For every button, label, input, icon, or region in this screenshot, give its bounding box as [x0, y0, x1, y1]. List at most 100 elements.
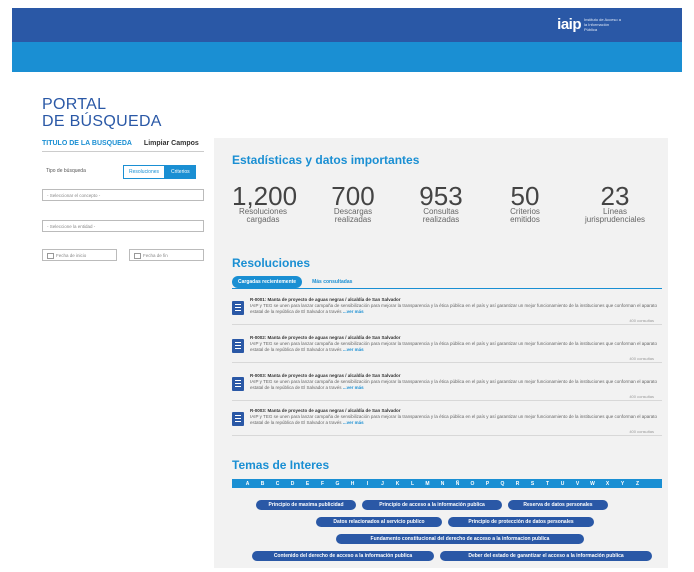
iaip-logo[interactable]: iaip Instituto de Acceso a la Informació…: [557, 16, 622, 33]
resolucion-item[interactable]: R-0002: Manta de proyecto de aguas negra…: [232, 335, 662, 369]
stat-resoluciones: 1,200 Resoluciones cargadas: [232, 181, 298, 224]
letter-v[interactable]: V: [570, 481, 585, 487]
start-date-placeholder: Fecha de inicio: [56, 253, 87, 258]
letter-a[interactable]: A: [240, 481, 255, 487]
letter-l[interactable]: L: [405, 481, 420, 487]
tema-pill[interactable]: Fundamento constitucional del derecho de…: [336, 534, 584, 544]
tema-pill[interactable]: Principio de protección de datos persona…: [448, 517, 594, 527]
clear-fields-button[interactable]: Limpiar Campos: [144, 140, 199, 147]
letter-h[interactable]: H: [345, 481, 360, 487]
stat-value: 953: [419, 181, 463, 211]
letter-m[interactable]: M: [420, 481, 435, 487]
toggle-resoluciones[interactable]: Resoluciones: [123, 165, 166, 179]
entidad-select[interactable]: - Seleccione la entidad -: [42, 220, 204, 232]
resolucion-desc-text: IAIP y TEG se unen para lanzar campaña d…: [250, 379, 658, 390]
letter-q[interactable]: Q: [495, 481, 510, 487]
letter-u[interactable]: U: [555, 481, 570, 487]
stat-descargas: 700 Descargas realizadas: [322, 181, 384, 224]
document-icon: [232, 301, 244, 315]
resolucion-desc-text: IAIP y TEG se unen para lanzar campaña d…: [250, 341, 658, 352]
nav-bar: [12, 42, 682, 72]
tema-pill[interactable]: Principio de maxima publicidad: [256, 500, 356, 510]
stat-value: 50: [510, 181, 540, 211]
letter-d[interactable]: D: [285, 481, 300, 487]
logo-subtitle: Instituto de Acceso a la Información Púb…: [584, 17, 621, 32]
resolucion-item[interactable]: R-0001: Manta de proyecto de aguas negra…: [232, 297, 662, 331]
tema-pill[interactable]: Datos relacionados al servicio publico: [316, 517, 442, 527]
ver-mas-link[interactable]: ...ver más: [343, 347, 364, 352]
letter-e[interactable]: E: [300, 481, 315, 487]
consultas-count: 400 consultas: [629, 318, 654, 323]
resolucion-item[interactable]: R-0003: Manta de proyecto de aguas negra…: [232, 373, 662, 407]
divider: [42, 151, 204, 152]
stat-criterios: 50 Criterios emitidos: [494, 181, 556, 224]
ver-mas-link[interactable]: ...ver más: [343, 385, 364, 390]
letter-o[interactable]: O: [465, 481, 480, 487]
stat-label: realizadas: [422, 215, 460, 224]
toggle-criterios[interactable]: Criterios: [165, 165, 196, 179]
stat-value: 700: [331, 181, 375, 211]
entidad-placeholder: Seleccione la entidad: [49, 224, 93, 229]
letter-x[interactable]: X: [600, 481, 615, 487]
calendar-icon: [47, 252, 54, 259]
resolucion-desc: IAIP y TEG se unen para lanzar campaña d…: [250, 341, 662, 353]
tema-pill[interactable]: Principio de acceso a la información pub…: [362, 500, 502, 510]
consultas-count: 400 consultas: [629, 429, 654, 434]
resolucion-title[interactable]: R-0003: Manta de proyecto de aguas negra…: [250, 373, 401, 378]
letter-r[interactable]: R: [510, 481, 525, 487]
end-date-field[interactable]: Fecha de fin: [129, 249, 204, 261]
letter-t[interactable]: T: [540, 481, 555, 487]
search-type-label: Tipo de búsqueda: [46, 168, 86, 174]
tema-pill[interactable]: Reserva de datos personales: [508, 500, 608, 510]
divider: [232, 288, 662, 289]
resolucion-desc: IAIP y TEG se unen para lanzar campaña d…: [250, 414, 662, 426]
resolucion-title[interactable]: R-0003: Manta de proyecto de aguas negra…: [250, 408, 401, 413]
document-icon: [232, 377, 244, 391]
letter-p[interactable]: P: [480, 481, 495, 487]
tema-pill[interactable]: Deber del estado de garantizar el acceso…: [440, 551, 652, 561]
letter-w[interactable]: W: [585, 481, 600, 487]
divider: [232, 400, 662, 401]
resolucion-item[interactable]: R-0003: Manta de proyecto de aguas negra…: [232, 408, 662, 442]
tema-pill[interactable]: Contenido del derecho de acceso a la inf…: [252, 551, 434, 561]
concepto-select[interactable]: - Seleccionar el concepto -: [42, 189, 204, 201]
calendar-icon: [134, 252, 141, 259]
consultas-count: 400 consultas: [629, 356, 654, 361]
letter-n[interactable]: N: [435, 481, 450, 487]
stat-value: 1,200: [232, 181, 298, 211]
end-date-placeholder: Fecha de fin: [143, 253, 168, 258]
letter-i[interactable]: I: [360, 481, 375, 487]
letter-s[interactable]: S: [525, 481, 540, 487]
letter-z[interactable]: Z: [630, 481, 645, 487]
logo-mark: iaip: [557, 16, 581, 33]
letter-c[interactable]: C: [270, 481, 285, 487]
tab-mas-consultadas[interactable]: Más consultadas: [312, 279, 352, 285]
tab-titulo-busqueda[interactable]: TITULO DE LA BUSQUEDA: [42, 140, 132, 147]
letter-y[interactable]: Y: [615, 481, 630, 487]
ver-mas-link[interactable]: ...ver más: [343, 309, 364, 314]
document-icon: [232, 412, 244, 426]
page-title: PORTAL DE BÚSQUEDA: [42, 96, 162, 130]
resolucion-desc-text: IAIP y TEG se unen para lanzar campaña d…: [250, 303, 658, 314]
temas-title: Temas de Interes: [232, 458, 330, 472]
top-header: iaip Instituto de Acceso a la Informació…: [12, 8, 682, 42]
letter-j[interactable]: J: [375, 481, 390, 487]
concepto-placeholder: Seleccionar el concepto: [49, 193, 98, 198]
resolucion-title[interactable]: R-0001: Manta de proyecto de aguas negra…: [250, 297, 401, 302]
letter-b[interactable]: B: [255, 481, 270, 487]
start-date-field[interactable]: Fecha de inicio: [42, 249, 117, 261]
letter-k[interactable]: K: [390, 481, 405, 487]
stat-consultas: 953 Consultas realizadas: [410, 181, 472, 224]
page-title-line2: DE BÚSQUEDA: [42, 113, 162, 130]
letter-f[interactable]: F: [315, 481, 330, 487]
tab-cargadas-recientemente[interactable]: Cargadas recientemente: [232, 276, 303, 288]
resolucion-title[interactable]: R-0002: Manta de proyecto de aguas negra…: [250, 335, 401, 340]
divider: [232, 324, 662, 325]
resolucion-desc-text: IAIP y TEG se unen para lanzar campaña d…: [250, 414, 658, 425]
stat-label: realizadas: [334, 215, 372, 224]
resolucion-desc: IAIP y TEG se unen para lanzar campaña d…: [250, 303, 662, 315]
letter-g[interactable]: G: [330, 481, 345, 487]
stat-lineas: 23 Líneas jurisprudenciales: [574, 183, 656, 224]
ver-mas-link[interactable]: ...ver más: [343, 420, 364, 425]
letter-enie[interactable]: Ñ: [450, 481, 465, 487]
